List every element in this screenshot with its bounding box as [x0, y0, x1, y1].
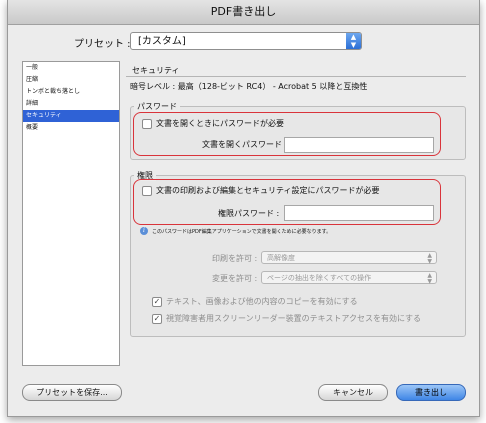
- dialog-title: PDF書き出し: [8, 0, 479, 25]
- permissions-note: このパスワードはPDF編集アプリケーションで文書を開くために必要なります。: [152, 229, 332, 235]
- password-group-label: パスワード: [134, 101, 180, 112]
- change-permission-popup[interactable]: ページの抽出を除くすべての操作 ▲ ▼: [261, 271, 437, 285]
- export-button[interactable]: 書き出し: [396, 384, 466, 401]
- sidebar-item-advanced[interactable]: 詳細: [23, 98, 119, 110]
- section-divider: [126, 76, 466, 77]
- open-password-field[interactable]: [284, 137, 434, 153]
- security-panel: セキュリティ 暗号レベル : 最高（128-ビット RC4） - Acrobat…: [126, 61, 466, 366]
- popup-arrows-icon: ▲ ▼: [427, 252, 432, 265]
- permissions-password-checkbox-label: 文書の印刷および編集とセキュリティ設定にパスワードが必要: [156, 186, 380, 195]
- permissions-password-field-label: 権限パスワード :: [218, 209, 280, 218]
- open-password-checkbox-label: 文書を開くときにパスワードが必要: [156, 119, 284, 128]
- preset-label: プリセット :: [74, 39, 131, 50]
- section-title: セキュリティ: [132, 66, 180, 75]
- sidebar-item-security[interactable]: セキュリティ: [23, 110, 119, 122]
- change-permission-value: ページの抽出を除くすべての操作: [267, 274, 372, 282]
- info-icon: i: [140, 227, 148, 235]
- save-preset-button[interactable]: プリセットを保存...: [22, 384, 122, 401]
- popup-arrows-icon: ▲ ▼: [427, 272, 432, 285]
- preset-row: プリセット : [カスタム] ▲ ▼: [8, 32, 479, 52]
- print-permission-popup[interactable]: 高解像度 ▲ ▼: [261, 251, 437, 265]
- sidebar-item-compression[interactable]: 圧縮: [23, 74, 119, 86]
- print-permission-label: 印刷を許可 :: [212, 254, 258, 263]
- sidebar-item-marks-bleeds[interactable]: トンボと裁ち落とし: [23, 86, 119, 98]
- select-arrows-icon: ▲ ▼: [346, 33, 361, 49]
- preset-select[interactable]: [カスタム] ▲ ▼: [130, 32, 362, 50]
- encryption-level: 暗号レベル : 最高（128-ビット RC4） - Acrobat 5 以降と互…: [130, 82, 368, 91]
- change-permission-label: 変更を許可 :: [212, 274, 258, 283]
- enable-copy-checkbox-label: テキスト、画像および他の内容のコピーを有効にする: [166, 297, 358, 306]
- enable-access-checkbox-label: 視覚障害者用スクリーンリーダー装置のテキストアクセスを有効にする: [166, 314, 422, 323]
- pdf-export-dialog: PDF書き出し プリセット : [カスタム] ▲ ▼ 一般 圧縮 トンボと裁ち落と…: [7, 0, 480, 417]
- enable-copy-checkbox[interactable]: ✓: [152, 297, 162, 307]
- open-password-field-label: 文書を開くパスワード :: [202, 140, 288, 149]
- cancel-button[interactable]: キャンセル: [318, 384, 388, 401]
- category-list: 一般 圧縮 トンボと裁ち落とし 詳細 セキュリティ 概要: [22, 61, 120, 366]
- sidebar-item-general[interactable]: 一般: [23, 62, 119, 74]
- permissions-group-label: 権限: [134, 170, 156, 181]
- permissions-password-checkbox[interactable]: [142, 186, 152, 196]
- sidebar-item-summary[interactable]: 概要: [23, 122, 119, 134]
- open-password-checkbox[interactable]: [142, 119, 152, 129]
- enable-access-checkbox[interactable]: ✓: [152, 314, 162, 324]
- print-permission-value: 高解像度: [267, 254, 295, 262]
- permissions-password-field[interactable]: [284, 205, 434, 221]
- preset-value: [カスタム]: [138, 36, 186, 47]
